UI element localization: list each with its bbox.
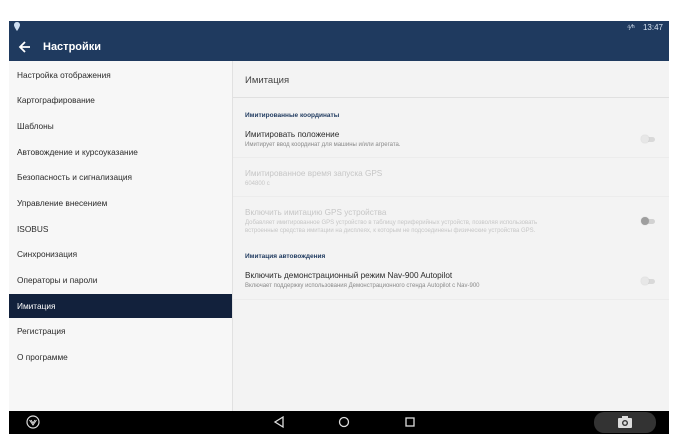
system-nav-bar — [9, 411, 669, 434]
recents-square-icon[interactable] — [404, 415, 416, 434]
status-bar: ⁴⁄ʰ 13:47 — [9, 21, 669, 35]
screenshot-icon — [617, 415, 633, 434]
sidebar-item-isobus[interactable]: ISOBUS — [9, 217, 232, 241]
setting-subtitle: Добавляет имитированное GPS устройство в… — [245, 220, 538, 226]
screenshot-button[interactable] — [594, 412, 656, 433]
row-divider — [233, 157, 669, 158]
settings-sidebar: Настройка отображения Картографирование … — [9, 61, 233, 411]
sidebar-item-registration[interactable]: Регистрация — [9, 319, 232, 343]
app-bar-title: Настройки — [43, 41, 102, 53]
sidebar-item-display[interactable]: Настройка отображения — [9, 63, 232, 87]
sidebar-item-simulation[interactable]: Имитация — [9, 294, 232, 318]
setting-value: 604800 с — [245, 181, 270, 187]
setting-title: Имитировать положение — [245, 130, 340, 139]
sidebar-item-autosteer[interactable]: Автовождение и курсоуказание — [9, 140, 232, 164]
demo-mode-toggle[interactable] — [641, 277, 655, 285]
section-header-coordinates: Имитированные координаты — [245, 112, 340, 119]
setting-subtitle: встроенные средства имитации на дисплеях… — [245, 228, 536, 234]
status-time: 13:47 — [642, 23, 663, 32]
section-header-autopilot: Имитация автовождения — [245, 253, 326, 260]
sidebar-item-operators[interactable]: Операторы и пароли — [9, 268, 232, 292]
back-triangle-icon[interactable] — [273, 415, 285, 434]
title-divider — [233, 97, 669, 98]
row-divider — [233, 299, 669, 300]
arrow-left-icon[interactable] — [18, 39, 32, 55]
simulate-position-toggle[interactable] — [641, 135, 655, 143]
setting-title: Включить демонстрационный режим Nav-900 … — [245, 271, 453, 280]
sidebar-item-application[interactable]: Управление внесением — [9, 191, 232, 215]
app-bar: Настройки — [9, 35, 669, 61]
status-right: ⁴⁄ʰ 13:47 — [627, 23, 663, 32]
sidebar-item-about[interactable]: О программе — [9, 345, 232, 369]
sidebar-item-safety[interactable]: Безопасность и сигнализация — [9, 165, 232, 189]
setting-subtitle: Имитирует ввод координат для машины и/ил… — [245, 142, 401, 148]
signal-indicator: ⁴⁄ʰ — [626, 23, 635, 32]
settings-content: Имитация Имитированные координаты Имитир… — [233, 61, 669, 411]
home-circle-icon[interactable] — [338, 415, 350, 434]
sidebar-item-templates[interactable]: Шаблоны — [9, 114, 232, 138]
device-screen: ⁴⁄ʰ 13:47 Настройки Настройка отображени… — [9, 21, 669, 434]
logo-icon[interactable] — [26, 415, 40, 434]
setting-title: Включить имитацию GPS устройства — [245, 208, 387, 217]
row-divider — [233, 196, 669, 197]
setting-subtitle: Включает поддержку использования Демонст… — [245, 283, 480, 289]
page-title: Имитация — [245, 75, 290, 86]
location-pin-icon — [14, 22, 20, 33]
gps-device-toggle — [641, 217, 655, 225]
setting-title: Имитированное время запуска GPS — [245, 169, 383, 178]
sidebar-item-sync[interactable]: Синхронизация — [9, 242, 232, 266]
sidebar-item-mapping[interactable]: Картографирование — [9, 88, 232, 112]
